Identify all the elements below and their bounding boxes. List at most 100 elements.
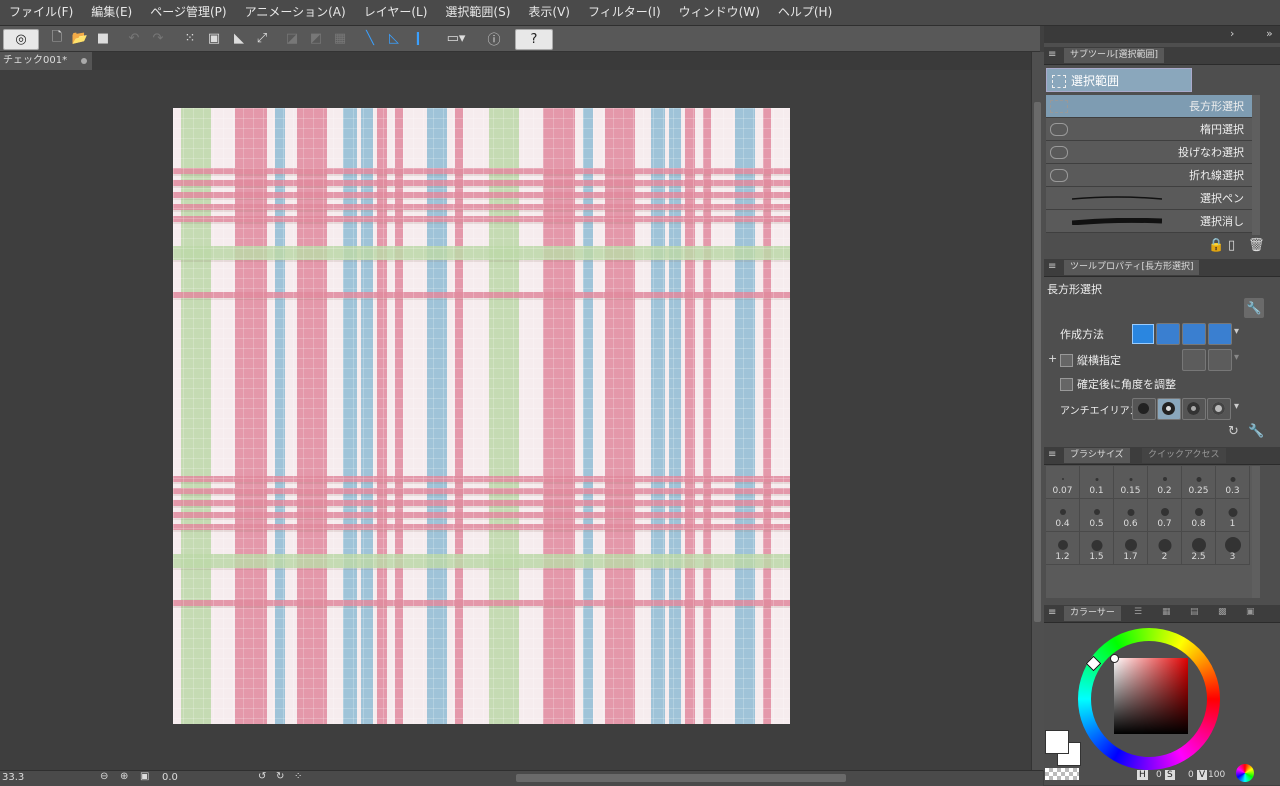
color-slider-tab-icon[interactable]: ☰ (1134, 607, 1142, 617)
aspect-mode-1-icon[interactable] (1182, 349, 1206, 371)
menu-item[interactable]: ヘルプ(H) (769, 0, 841, 25)
subtool-item[interactable]: 選択消し (1046, 210, 1252, 233)
vertical-scroll-thumb[interactable] (1034, 102, 1041, 622)
crop-icon[interactable]: ▣ (204, 29, 224, 48)
canvas-vertical-scrollbar[interactable] (1031, 52, 1044, 770)
adjust-angle-checkbox[interactable] (1060, 378, 1073, 391)
menu-item[interactable]: ページ管理(P) (141, 0, 235, 25)
clear-selection-icon[interactable]: ⁙ (180, 29, 200, 48)
brush-size-cell[interactable]: 0.7 (1148, 499, 1182, 532)
disabled-tool-2-icon[interactable]: ◩ (306, 29, 326, 48)
brush-size-cell[interactable]: 2.5 (1182, 532, 1216, 565)
info-icon[interactable]: ⓘ (484, 29, 504, 48)
brush-size-cell[interactable]: 1.5 (1080, 532, 1114, 565)
subtool-scrollbar[interactable] (1252, 95, 1260, 235)
panel-collapse-icon[interactable]: » (1266, 27, 1273, 40)
aspect-mode-2-icon[interactable] (1208, 349, 1232, 371)
brush-size-cell[interactable]: 0.5 (1080, 499, 1114, 532)
subtool-item[interactable]: 折れ線選択 (1046, 164, 1252, 187)
menu-item[interactable]: アニメーション(A) (236, 0, 355, 25)
brush-size-cell[interactable]: 0.2 (1148, 466, 1182, 499)
new-selection-icon[interactable] (1132, 324, 1154, 344)
menu-item[interactable]: レイヤー(L) (355, 0, 437, 25)
transparent-color-swatch[interactable] (1045, 768, 1079, 780)
chevron-down-icon[interactable]: ▾ (1234, 401, 1239, 412)
saturation-value-square[interactable] (1114, 658, 1188, 734)
delete-icon[interactable]: 🗑 (1248, 238, 1265, 253)
lock-icon[interactable]: 🔒 (1208, 238, 1224, 253)
screen-dropdown-icon[interactable]: ▭▾ (438, 29, 474, 48)
settings-wrench-icon[interactable]: 🔧 (1248, 424, 1264, 439)
antialias-medium-icon[interactable] (1182, 398, 1206, 420)
subtool-item[interactable]: 楕円選択 (1046, 118, 1252, 141)
subtool-item[interactable]: 投げなわ選択 (1046, 141, 1252, 164)
intersect-selection-icon[interactable] (1208, 323, 1232, 345)
brush-size-scrollbar[interactable] (1252, 466, 1260, 598)
disabled-tool-3-icon[interactable]: ▦ (330, 29, 350, 48)
new-subtool-icon[interactable]: ▯ (1228, 238, 1235, 253)
approximate-color-tab-icon[interactable]: ▩ (1218, 607, 1227, 617)
transform-icon[interactable]: ⤢ (252, 29, 272, 48)
wrench-icon[interactable]: 🔧 (1244, 298, 1264, 318)
brush-size-cell[interactable]: 0.6 (1114, 499, 1148, 532)
hue-value[interactable]: 0 (1156, 770, 1162, 780)
clip-logo-button[interactable]: ◎ (3, 29, 39, 50)
help-button[interactable]: ? (515, 29, 553, 50)
fill-icon[interactable]: ◣ (228, 29, 250, 48)
expand-icon[interactable]: + (1048, 352, 1057, 365)
brush-size-cell[interactable]: 1.7 (1114, 532, 1148, 565)
grid-snap-icon[interactable]: ❙ (408, 29, 428, 48)
quick-access-tab[interactable]: クイックアクセス (1142, 448, 1226, 463)
intermediate-color-tab-icon[interactable]: ▤ (1190, 607, 1199, 617)
new-file-icon[interactable]: 🗋 (48, 29, 66, 48)
antialias-weak-icon[interactable] (1157, 398, 1181, 420)
history-tab-icon[interactable]: ▣ (1246, 607, 1255, 617)
color-mode-icon[interactable] (1236, 764, 1254, 782)
color-wheel-tab[interactable]: カラーサー (1064, 606, 1121, 621)
panel-menu-icon[interactable]: ≡ (1048, 607, 1056, 618)
color-set-tab-icon[interactable]: ▦ (1162, 607, 1171, 617)
brush-size-cell[interactable]: 0.8 (1182, 499, 1216, 532)
special-ruler-snap-icon[interactable]: ◺ (384, 29, 404, 48)
brush-size-cell[interactable]: 0.3 (1216, 466, 1250, 499)
subtract-selection-icon[interactable] (1182, 323, 1206, 345)
sv-cursor[interactable] (1110, 654, 1119, 663)
menu-item[interactable]: 表示(V) (519, 0, 579, 25)
menu-item[interactable]: 選択範囲(S) (436, 0, 519, 25)
antialias-none-icon[interactable] (1132, 398, 1156, 420)
subtool-group-button[interactable]: 選択範囲 (1046, 68, 1192, 92)
panel-menu-icon[interactable]: ≡ (1048, 261, 1056, 272)
subtool-tab[interactable]: サブツール[選択範囲] (1064, 48, 1165, 63)
color-wheel[interactable] (1078, 628, 1220, 770)
main-color-swatch[interactable] (1045, 730, 1069, 754)
reset-rotation-icon[interactable]: ⁘ (294, 771, 302, 782)
chevron-down-icon[interactable]: ▾ (1234, 326, 1239, 337)
ruler-snap-icon[interactable]: ╲ (360, 29, 380, 48)
horizontal-scroll-thumb[interactable] (516, 774, 846, 782)
menu-item[interactable]: 編集(E) (82, 0, 141, 25)
brush-size-cell[interactable]: 2 (1148, 532, 1182, 565)
redo-icon[interactable]: ↷ (148, 29, 168, 48)
refresh-icon[interactable]: ↻ (1228, 424, 1239, 439)
saturation-value[interactable]: 0 (1188, 770, 1194, 780)
save-icon[interactable]: ■ (94, 29, 112, 48)
zoom-in-icon[interactable]: ⊕ (120, 771, 128, 782)
disabled-tool-1-icon[interactable]: ◪ (282, 29, 302, 48)
brush-size-cell[interactable]: 0.15 (1114, 466, 1148, 499)
brush-size-tab[interactable]: ブラシサイズ (1064, 448, 1130, 463)
tool-property-tab[interactable]: ツールプロパティ[長方形選択] (1064, 260, 1200, 275)
aspect-checkbox[interactable] (1060, 354, 1073, 367)
add-selection-icon[interactable] (1156, 323, 1180, 345)
menu-item[interactable]: ウィンドウ(W) (670, 0, 769, 25)
chevron-down-icon[interactable]: ▾ (1234, 352, 1239, 363)
rotate-left-icon[interactable]: ↺ (258, 771, 266, 782)
zoom-value[interactable]: 33.3 (2, 772, 24, 783)
antialias-strong-icon[interactable] (1207, 398, 1231, 420)
document-tab[interactable]: チェック001* (0, 52, 92, 70)
zoom-out-icon[interactable]: ⊖ (100, 771, 108, 782)
menu-item[interactable]: フィルター(I) (579, 0, 670, 25)
brush-size-cell[interactable]: 0.4 (1046, 499, 1080, 532)
panel-menu-icon[interactable]: ≡ (1048, 49, 1056, 60)
brush-size-cell[interactable]: 0.1 (1080, 466, 1114, 499)
brush-size-cell[interactable]: 0.07 (1046, 466, 1080, 499)
